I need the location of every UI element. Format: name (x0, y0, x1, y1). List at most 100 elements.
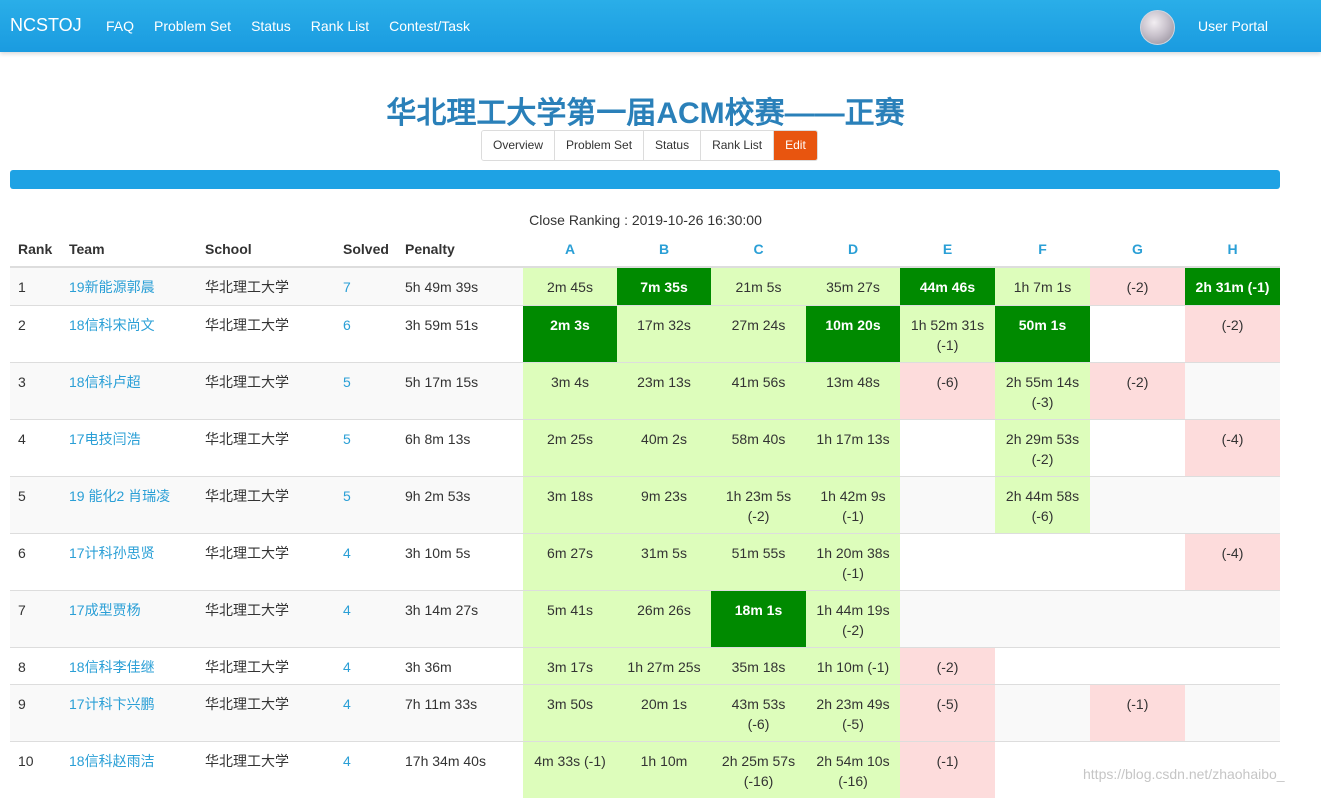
team-cell: 17电技闫浩 (61, 418, 197, 476)
problem-cell: 1h 23m 5s (-2) (711, 475, 806, 533)
solved-link[interactable]: 4 (343, 696, 351, 712)
problem-cell: 41m 56s (711, 361, 806, 419)
problem-cell: 2h 44m 58s (-6) (995, 475, 1090, 533)
header-problem-e[interactable]: E (900, 232, 995, 268)
school-cell: 华北理工大学 (197, 646, 335, 684)
contest-title: 华北理工大学第一届ACM校赛——正赛 (386, 97, 905, 130)
header-penalty: Penalty (397, 232, 523, 268)
penalty-cell: 5h 17m 15s (397, 361, 523, 419)
solved-cell: 5 (335, 361, 397, 419)
penalty-cell: 3h 14m 27s (397, 589, 523, 647)
team-link[interactable]: 18信科李佳继 (69, 659, 155, 675)
problem-cell (1185, 475, 1280, 533)
team-link[interactable]: 19新能源郭晨 (69, 279, 155, 295)
solved-cell: 4 (335, 740, 397, 798)
table-row: 2 18信科宋尚文 华北理工大学 6 3h 59m 51s 2m 3s 17m 32s 27m… (10, 304, 1280, 362)
solved-link[interactable]: 5 (343, 431, 351, 447)
header-rank: Rank (10, 232, 61, 268)
brand-logo[interactable]: NCSTOJ (10, 15, 82, 36)
problem-cell: 3m 4s (523, 361, 617, 419)
tab-problem-set[interactable]: Problem Set (555, 131, 645, 160)
problem-cell: (-1) (900, 740, 995, 798)
nav-problem-set[interactable]: Problem Set (154, 18, 231, 34)
problem-cell: 50m 1s (995, 304, 1090, 362)
user-avatar[interactable] (1140, 10, 1175, 45)
nav-status[interactable]: Status (251, 18, 291, 34)
problem-cell: 2h 23m 49s (-5) (806, 683, 900, 741)
table-row: 3 18信科卢超 华北理工大学 5 5h 17m 15s 3m 4s 23m 13s 41m … (10, 361, 1280, 419)
penalty-cell: 17h 34m 40s (397, 740, 523, 798)
cell-time: 2h 23m 49s (816, 695, 890, 712)
solved-link[interactable]: 6 (343, 317, 351, 333)
rank-cell: 6 (10, 532, 61, 590)
problem-cell: 27m 24s (711, 304, 806, 362)
penalty-cell: 3h 10m 5s (397, 532, 523, 590)
school-cell: 华北理工大学 (197, 532, 335, 590)
solved-link[interactable]: 5 (343, 374, 351, 390)
header-problem-c[interactable]: C (711, 232, 806, 268)
team-link[interactable]: 18信科赵雨洁 (69, 753, 155, 769)
cell-time: 1h 52m 31s (910, 316, 985, 333)
cell-attempts: (-6) (1031, 507, 1054, 524)
problem-cell: (-4) (1185, 532, 1280, 590)
problem-cell: 40m 2s (617, 418, 711, 476)
cell-time: 51m 55s (731, 544, 786, 561)
nav-rank-list[interactable]: Rank List (311, 18, 369, 34)
cell-time: 1h 44m 19s (816, 601, 890, 618)
problem-cell: (-2) (1185, 304, 1280, 362)
school-cell: 华北理工大学 (197, 475, 335, 533)
nav-contest-task[interactable]: Contest/Task (389, 18, 470, 34)
header-problem-h[interactable]: H (1185, 232, 1280, 268)
edit-button[interactable]: Edit (774, 131, 817, 160)
tab-status[interactable]: Status (644, 131, 702, 160)
problem-cell: 1h 27m 25s (617, 646, 711, 684)
cell-time: 2m 25s (547, 430, 593, 447)
problem-cell: (-6) (900, 361, 995, 419)
solved-cell: 4 (335, 589, 397, 647)
problem-cell (900, 532, 995, 590)
solved-link[interactable]: 4 (343, 753, 351, 769)
header-problem-b[interactable]: B (617, 232, 711, 268)
problem-cell: (-2) (900, 646, 995, 684)
cell-time: 2h 44m 58s (1005, 487, 1080, 504)
cell-time: 3m 50s (547, 695, 593, 712)
nav-faq[interactable]: FAQ (106, 18, 134, 34)
header-problem-a[interactable]: A (523, 232, 617, 268)
team-link[interactable]: 19 能化2 肖瑞凌 (69, 488, 170, 504)
solved-link[interactable]: 4 (343, 659, 351, 675)
tab-rank-list[interactable]: Rank List (701, 131, 775, 160)
cell-time: 1h 42m 9s (820, 487, 886, 504)
header-problem-g[interactable]: G (1090, 232, 1185, 268)
solved-link[interactable]: 5 (343, 488, 351, 504)
team-link[interactable]: 17电技闫浩 (69, 431, 141, 447)
team-cell: 19新能源郭晨 (61, 266, 197, 305)
header-problem-d[interactable]: D (806, 232, 900, 268)
cell-attempts: (-2) (842, 621, 864, 638)
team-link[interactable]: 18信科宋尚文 (69, 317, 155, 333)
rank-cell: 8 (10, 646, 61, 684)
solved-link[interactable]: 4 (343, 545, 351, 561)
table-row: 5 19 能化2 肖瑞凌 华北理工大学 5 9h 2m 53s 3m 18s 9m 23s 1… (10, 475, 1280, 533)
close-ranking-time: Close Ranking : 2019-10-26 16:30:00 (529, 212, 762, 228)
school-cell: 华北理工大学 (197, 418, 335, 476)
solved-cell: 4 (335, 532, 397, 590)
team-link[interactable]: 17计科孙思贤 (69, 545, 155, 561)
rank-cell: 9 (10, 683, 61, 741)
user-portal-link[interactable]: User Portal (1198, 18, 1268, 34)
problem-cell: 1h 17m 13s (806, 418, 900, 476)
problem-cell: (-2) (1090, 361, 1185, 419)
problem-cell (1090, 532, 1185, 590)
problem-cell: 58m 40s (711, 418, 806, 476)
penalty-cell: 3h 59m 51s (397, 304, 523, 362)
tab-overview[interactable]: Overview (482, 131, 556, 160)
problem-cell: 2h 29m 53s (-2) (995, 418, 1090, 476)
penalty-cell: 3h 36m (397, 646, 523, 684)
team-link[interactable]: 17成型贾杨 (69, 602, 141, 618)
solved-link[interactable]: 4 (343, 602, 351, 618)
solved-link[interactable]: 7 (343, 279, 351, 295)
cell-time: (-5) (936, 695, 959, 712)
team-link[interactable]: 18信科卢超 (69, 374, 141, 390)
team-link[interactable]: 17计科卞兴鹏 (69, 696, 155, 712)
problem-cell (900, 589, 995, 647)
header-problem-f[interactable]: F (995, 232, 1090, 268)
